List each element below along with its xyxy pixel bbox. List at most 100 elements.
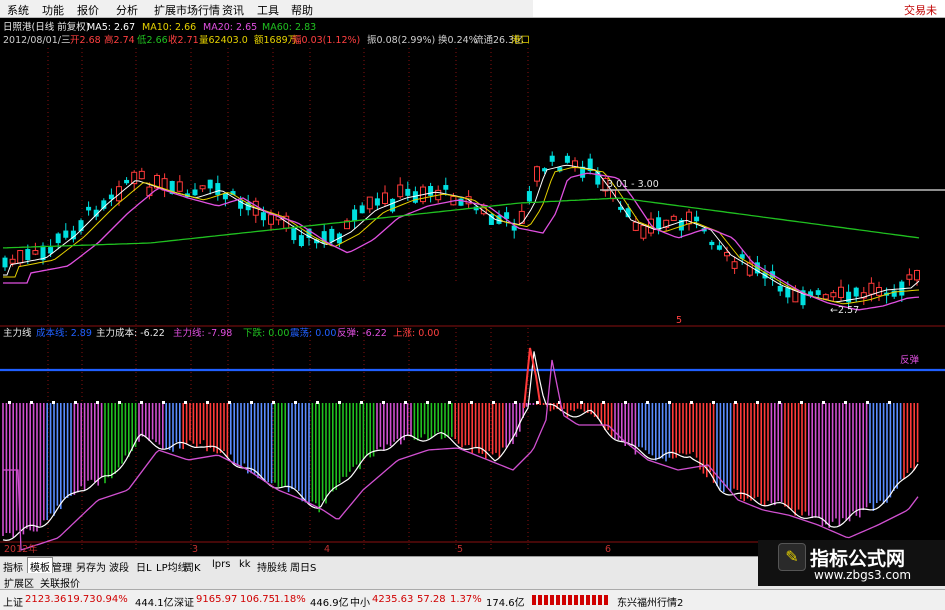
bar-amplitude: 振0.08(2.99%) [367, 34, 435, 46]
zx-change: 57.28 [417, 594, 446, 605]
signal-dot [184, 401, 187, 404]
candle-body [640, 225, 647, 239]
menu-news[interactable]: 资讯 [222, 2, 244, 18]
main-line-label: 主力线: -7.98 [173, 327, 232, 339]
ma10-label: MA10: 2.66 [142, 22, 196, 33]
signal-dot [30, 401, 33, 404]
candle-body [716, 245, 722, 250]
zx-label: 中小 [350, 598, 370, 609]
candle-body [359, 205, 365, 214]
signal-dot [272, 401, 275, 404]
candle-body [549, 155, 555, 162]
candle-body [914, 269, 920, 281]
menu-quote[interactable]: 报价 [77, 2, 99, 18]
signal-dot [448, 401, 451, 404]
down-label: 下跌: 0.00 [243, 327, 289, 339]
trade-status-text: 交易未 [904, 4, 937, 17]
candle-body [25, 249, 31, 261]
bar-volume: 量62403.0 [199, 35, 248, 46]
axis-month-6: 6 [605, 544, 611, 555]
sz-pct: 1.18% [274, 594, 306, 605]
candle-body [412, 191, 418, 203]
watermark-url: www.zbgs3.com [814, 568, 912, 582]
occluded-region [306, 281, 636, 325]
signal-dot [690, 401, 693, 404]
signal-dot [844, 401, 847, 404]
candle-body [291, 228, 297, 241]
tab-formula-0[interactable]: 指标 [3, 559, 23, 574]
tab-formula-10[interactable]: 持股线 [257, 559, 287, 574]
candle-body [176, 181, 183, 192]
rebound-label: 反弹: -6.22 [337, 327, 387, 339]
tab-formula-3[interactable]: 另存为 [76, 559, 106, 574]
chart-area[interactable]: 日照港(日线 前复权) MA5: 2.67 MA10: 2.66 MA20: 2… [0, 18, 945, 556]
tab-formula-2[interactable]: 管理 [52, 559, 72, 574]
bar-change: 幅0.03(1.12%) [292, 34, 360, 46]
candle-body [17, 250, 24, 264]
menu-tools[interactable]: 工具 [257, 2, 279, 18]
signal-dot [118, 401, 121, 404]
signal-dot [140, 401, 143, 404]
axis-year-label: 2012年 [4, 543, 38, 555]
candle-body [564, 155, 570, 163]
candle-body [906, 274, 913, 280]
bar-close: 收2.71 [168, 34, 199, 46]
tab-formula-11[interactable]: 周日S [290, 559, 316, 574]
candle-body [632, 221, 639, 231]
tab-formula-9[interactable]: kk [239, 559, 251, 570]
stock-name: 日照港(日线 前复权) [3, 21, 89, 33]
tab-formula-4[interactable]: 波段 [109, 559, 129, 574]
menu-extended-market[interactable]: 扩展市场行情 [154, 2, 220, 18]
range-label: 3.01 - 3.00 [607, 179, 659, 190]
candle-body [260, 212, 266, 221]
bar-low: 低2.66 [137, 34, 168, 46]
signal-dot [294, 401, 297, 404]
signal-dot [602, 401, 605, 404]
signal-dot [646, 401, 649, 404]
candle-body [382, 192, 388, 204]
tab-formula-7[interactable]: 周K [184, 559, 201, 574]
candle-body [199, 185, 206, 190]
tab-extension-area[interactable]: 扩展区 [4, 575, 34, 590]
window-title-area: 交易未 [533, 0, 945, 17]
signal-dot [778, 401, 781, 404]
bar-high: 高2.74 [104, 34, 135, 46]
signal-dot [250, 401, 253, 404]
candle-body [694, 216, 700, 222]
axis-month-3: 3 [192, 544, 198, 555]
tab-formula-6[interactable]: LP均线 [156, 559, 188, 574]
candle-body [192, 189, 198, 196]
candle-body [215, 183, 221, 195]
menu-analysis[interactable]: 分析 [116, 2, 138, 18]
menu-function[interactable]: 功能 [42, 2, 64, 18]
rebound-tag: 反弹 [900, 354, 920, 366]
zx-pct: 1.37% [450, 594, 482, 605]
signal-dot [404, 401, 407, 404]
candle-body [822, 294, 829, 300]
signal-dot [514, 401, 517, 404]
shock-label: 震荡: 0.00 [290, 327, 336, 339]
candle-body [868, 282, 875, 295]
bar-amount: 额1689万 [254, 34, 297, 46]
candle-body [731, 261, 738, 269]
sz-amount: 446.9亿 [310, 598, 349, 609]
candle-body [366, 196, 373, 210]
watermark-title: 指标公式网 [810, 548, 906, 570]
logo-icon: ✎ [778, 543, 806, 571]
tab-formula-8[interactable]: lprs [212, 559, 230, 570]
marker-5: 5 [676, 315, 682, 326]
redacted-area [533, 18, 945, 170]
status-bar: 上证 2123.36 19.73 0.94% 444.1亿 深证 9165.97… [0, 589, 945, 610]
zx-amount: 174.6亿 [486, 598, 525, 609]
menu-system[interactable]: 系统 [7, 2, 29, 18]
bar-open: 开2.68 [70, 35, 101, 46]
sh-label: 上证 [3, 598, 23, 609]
feed-name: 东兴福州行情2 [617, 598, 684, 609]
menu-help[interactable]: 帮助 [291, 2, 313, 18]
tab-formula-5[interactable]: 日L [136, 559, 152, 574]
market-bars-icon [532, 595, 608, 605]
candle-body [846, 291, 852, 303]
candle-body [374, 198, 380, 206]
tab-related-quotes[interactable]: 关联报价 [40, 575, 80, 590]
candle-body [124, 179, 130, 184]
